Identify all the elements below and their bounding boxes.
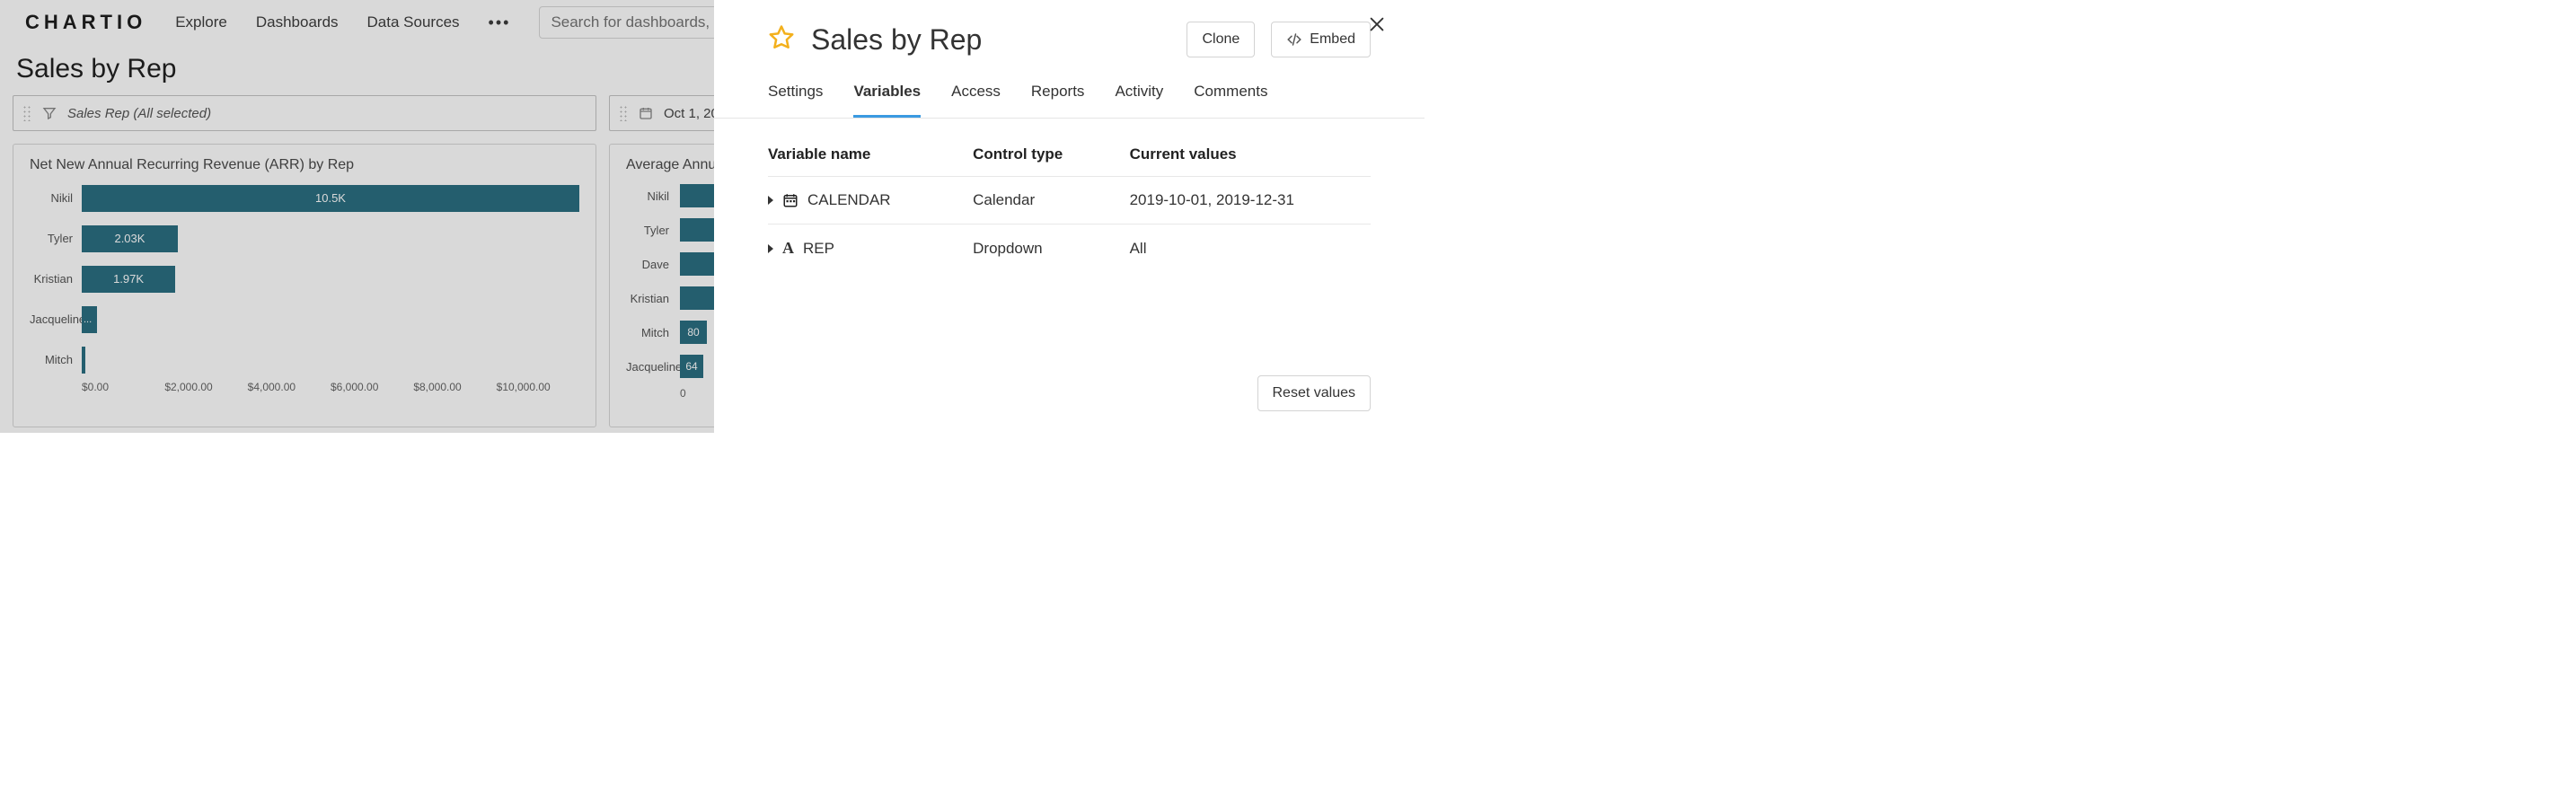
bar-label: Nikil	[30, 191, 82, 205]
caret-right-icon[interactable]	[768, 196, 773, 205]
x-axis: $0.00 $2,000.00 $4,000.00 $6,000.00 $8,0…	[82, 381, 579, 393]
bar-label: Nikil	[626, 189, 680, 203]
x-tick: $6,000.00	[331, 381, 413, 393]
bar[interactable]	[82, 347, 85, 374]
bar[interactable]: 2.03K	[82, 225, 178, 252]
nav-link-dashboards[interactable]: Dashboards	[256, 13, 339, 31]
variable-name: REP	[803, 240, 834, 258]
bar[interactable]: ...	[82, 306, 97, 333]
x-tick: $4,000.00	[248, 381, 331, 393]
filter-card[interactable]: Sales Rep (All selected)	[13, 95, 596, 131]
chart-arr-by-rep: Net New Annual Recurring Revenue (ARR) b…	[13, 144, 596, 427]
tab-activity[interactable]: Activity	[1115, 83, 1163, 118]
bar[interactable]: 1.97K	[82, 266, 175, 293]
funnel-icon	[42, 106, 57, 120]
x-tick: $10,000.00	[497, 381, 579, 393]
current-values: All	[1130, 224, 1371, 273]
clone-button-label: Clone	[1202, 31, 1239, 48]
nav-link-explore[interactable]: Explore	[175, 13, 227, 31]
col-control-type: Control type	[973, 145, 1129, 177]
code-icon	[1286, 31, 1302, 48]
bar[interactable]	[680, 252, 718, 276]
x-tick: $2,000.00	[164, 381, 247, 393]
text-icon: A	[782, 239, 794, 258]
caret-right-icon[interactable]	[768, 244, 773, 253]
clone-button[interactable]: Clone	[1187, 22, 1255, 57]
table-row[interactable]: A REP Dropdown All	[768, 224, 1371, 273]
bar-label: Kristian	[626, 292, 680, 305]
current-values: 2019-10-01, 2019-12-31	[1130, 177, 1371, 224]
embed-button-label: Embed	[1310, 31, 1355, 48]
drag-handle-icon[interactable]	[619, 105, 628, 121]
calendar-icon	[782, 192, 798, 208]
nav-link-data-sources[interactable]: Data Sources	[367, 13, 460, 31]
x-tick: $8,000.00	[413, 381, 496, 393]
bar[interactable]: 10.5K	[82, 185, 579, 212]
drag-handle-icon[interactable]	[22, 105, 31, 121]
bar-row: Jacqueline ...	[30, 304, 579, 335]
bar-label: Mitch	[30, 353, 82, 366]
tab-settings[interactable]: Settings	[768, 83, 823, 118]
star-icon[interactable]	[768, 24, 795, 56]
reset-values-label: Reset values	[1273, 385, 1356, 401]
calendar-icon	[639, 106, 653, 120]
bar-label: Mitch	[626, 326, 680, 339]
bar-row: Tyler 2.03K	[30, 223, 579, 254]
tab-comments[interactable]: Comments	[1194, 83, 1267, 118]
close-icon[interactable]	[1367, 14, 1387, 34]
col-variable-name: Variable name	[768, 145, 973, 177]
bar[interactable]: 64	[680, 355, 703, 378]
panel-title: Sales by Rep	[811, 23, 1170, 57]
tab-variables[interactable]: Variables	[853, 83, 921, 118]
bar-label: Tyler	[30, 232, 82, 245]
bar-label: Kristian	[30, 272, 82, 286]
dashboard-settings-panel: Sales by Rep Clone Embed Settings Variab…	[714, 0, 1401, 433]
chart-title: Net New Annual Recurring Revenue (ARR) b…	[30, 157, 579, 173]
embed-button[interactable]: Embed	[1271, 22, 1371, 57]
bar-label: Tyler	[626, 224, 680, 237]
bar[interactable]: 80	[680, 321, 707, 344]
logo: CHARTIO	[25, 11, 146, 34]
control-type: Dropdown	[973, 224, 1129, 273]
reset-values-button[interactable]: Reset values	[1257, 375, 1372, 411]
bar-row: Mitch	[30, 344, 579, 375]
control-type: Calendar	[973, 177, 1129, 224]
panel-tabs: Settings Variables Access Reports Activi…	[714, 83, 1425, 119]
bar-row: Nikil 10.5K	[30, 182, 579, 214]
bar-label: Jacqueline	[626, 360, 680, 374]
x-tick: $0.00	[82, 381, 164, 393]
table-row[interactable]: CALENDAR Calendar 2019-10-01, 2019-12-31	[768, 177, 1371, 224]
bar[interactable]	[680, 286, 717, 310]
tab-reports[interactable]: Reports	[1031, 83, 1085, 118]
filter-label: Sales Rep (All selected)	[67, 106, 211, 121]
tab-access[interactable]: Access	[951, 83, 1001, 118]
bar-row: Kristian 1.97K	[30, 263, 579, 295]
col-current-values: Current values	[1130, 145, 1371, 177]
bar-label: Jacqueline	[30, 312, 82, 326]
variables-table: Variable name Control type Current value…	[768, 145, 1371, 272]
bar-label: Dave	[626, 258, 680, 271]
nav-more-icon[interactable]: •••	[489, 13, 511, 32]
variable-name: CALENDAR	[807, 191, 891, 209]
